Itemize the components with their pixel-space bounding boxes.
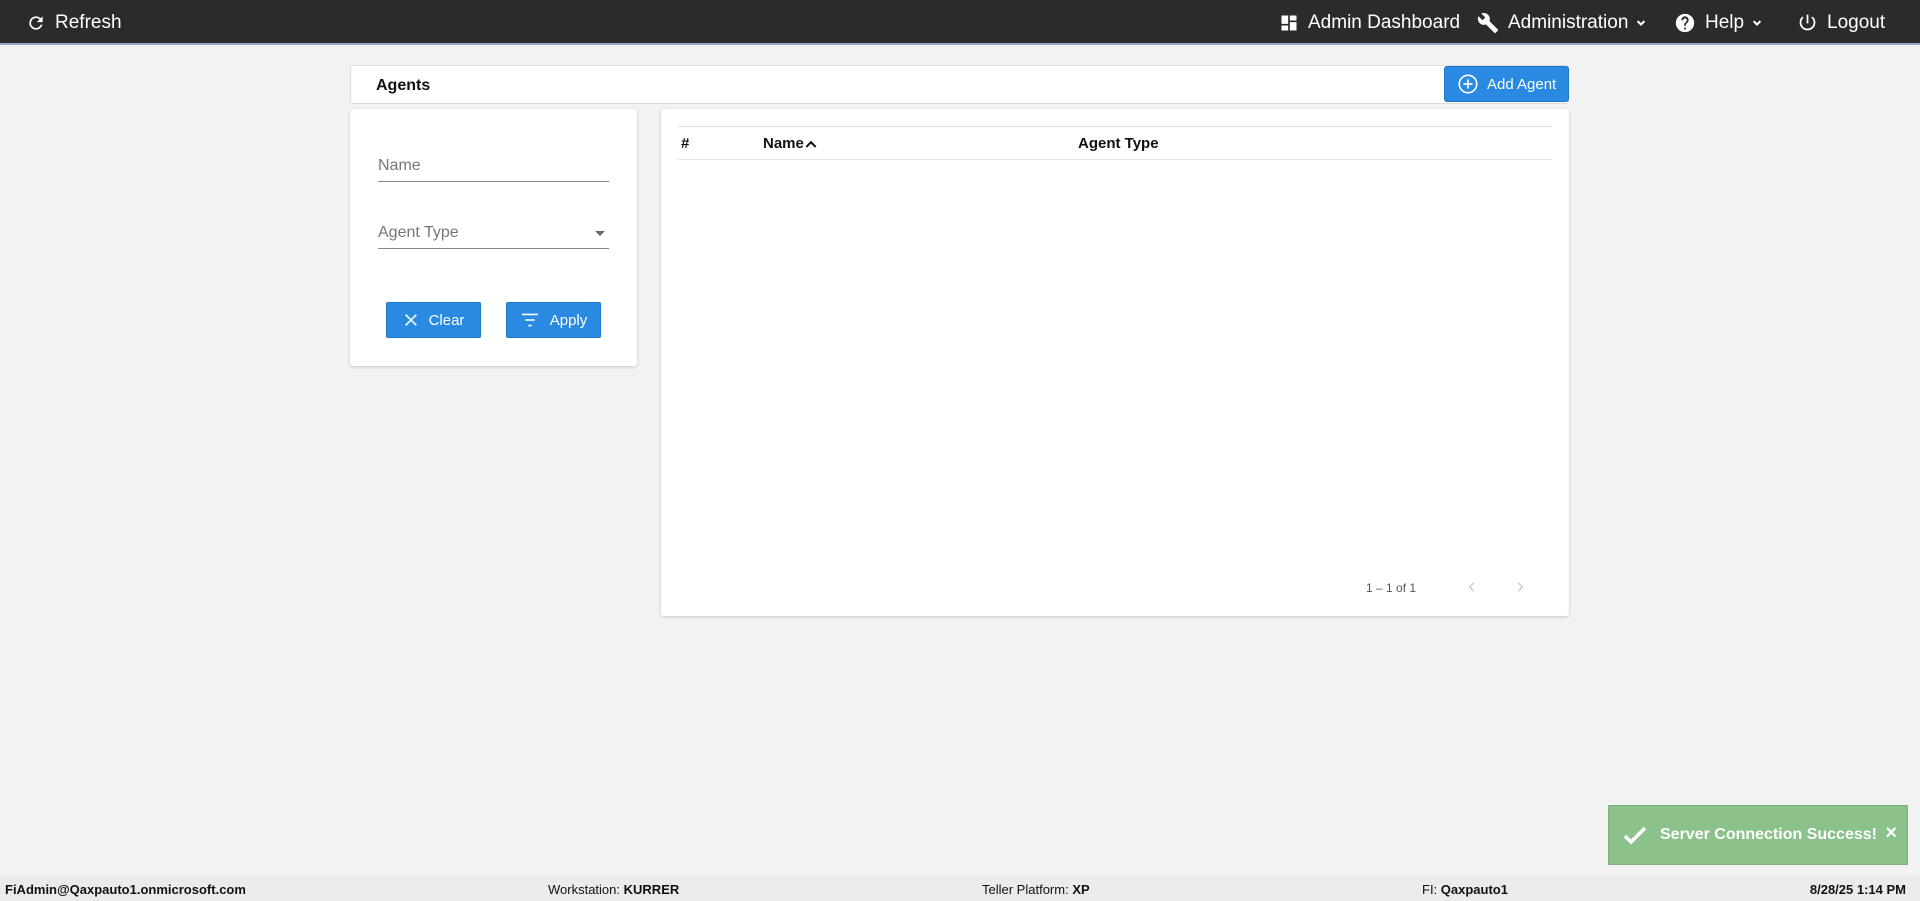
chevron-right-icon [1513,580,1527,594]
refresh-icon [26,13,46,33]
admin-dashboard-link[interactable]: Admin Dashboard [1279,0,1460,45]
fi-value: Qaxpauto1 [1440,882,1508,897]
logout-label: Logout [1827,11,1886,33]
agent-type-select[interactable]: Agent Type [378,219,609,249]
name-filter-input[interactable]: Name [378,152,609,182]
help-icon [1674,12,1696,34]
chevron-left-icon [1465,580,1479,594]
teller-platform-label: Teller Platform: [982,882,1069,897]
check-icon [1622,824,1648,846]
plus-circle-icon [1457,73,1487,95]
clear-button[interactable]: Clear [386,302,481,338]
refresh-button[interactable]: Refresh [26,0,122,45]
page-header: Agents [350,65,1569,104]
sort-ascending-icon [804,138,818,150]
column-header-name[interactable]: Name [763,135,818,152]
agents-table: # Name Agent Type 1 – 1 of 1 [661,109,1569,616]
filter-panel: Name Agent Type Clear Apply [350,109,637,366]
status-workstation: Workstation: KURRER [548,882,679,897]
next-page-button[interactable] [1508,575,1532,599]
workstation-label: Workstation: [548,882,621,897]
pagination-range: 1 – 1 of 1 [1366,581,1417,595]
previous-page-button[interactable] [1460,575,1484,599]
filter-icon [520,312,550,328]
column-header-name-label: Name [763,135,804,152]
workstation-value: KURRER [623,882,680,897]
success-toast: Server Connection Success! × [1608,805,1908,865]
help-label: Help [1705,11,1745,33]
refresh-label: Refresh [55,11,122,33]
table-header: # Name Agent Type [678,126,1552,160]
toast-close-button[interactable]: × [1885,822,1897,845]
agent-type-placeholder: Agent Type [378,224,459,241]
top-navigation-bar: Refresh Admin Dashboard Administration H… [0,0,1920,45]
page-title: Agents [376,77,431,94]
clear-label: Clear [428,311,465,329]
chevron-down-icon [1634,16,1648,30]
help-menu[interactable]: Help [1674,0,1764,45]
add-agent-label: Add Agent [1487,75,1557,93]
status-fi: FI: Qaxpauto1 [1422,882,1508,897]
logout-button[interactable]: Logout [1797,0,1885,45]
close-icon [403,312,429,328]
toast-message: Server Connection Success! [1660,826,1877,843]
administration-menu[interactable]: Administration [1477,0,1648,45]
power-icon [1797,12,1818,33]
wrench-icon [1477,12,1499,34]
admin-dashboard-label: Admin Dashboard [1308,11,1461,33]
administration-label: Administration [1508,11,1629,33]
column-header-agent-type[interactable]: Agent Type [1078,135,1159,152]
status-teller-platform: Teller Platform: XP [982,882,1090,897]
add-agent-button[interactable]: Add Agent [1444,66,1569,102]
dropdown-arrow-icon [595,231,605,236]
status-bar: FiAdmin@Qaxpauto1.onmicrosoft.com Workst… [0,876,1920,901]
dashboard-icon [1279,13,1299,33]
status-datetime: 8/28/25 1:14 PM [1809,882,1906,897]
column-header-number[interactable]: # [681,135,689,152]
name-filter-placeholder: Name [378,157,421,174]
fi-label: FI: [1422,882,1438,897]
teller-platform-value: XP [1072,882,1090,897]
status-user: FiAdmin@Qaxpauto1.onmicrosoft.com [5,882,246,897]
apply-button[interactable]: Apply [506,302,601,338]
chevron-down-icon [1750,16,1764,30]
apply-label: Apply [549,311,588,329]
